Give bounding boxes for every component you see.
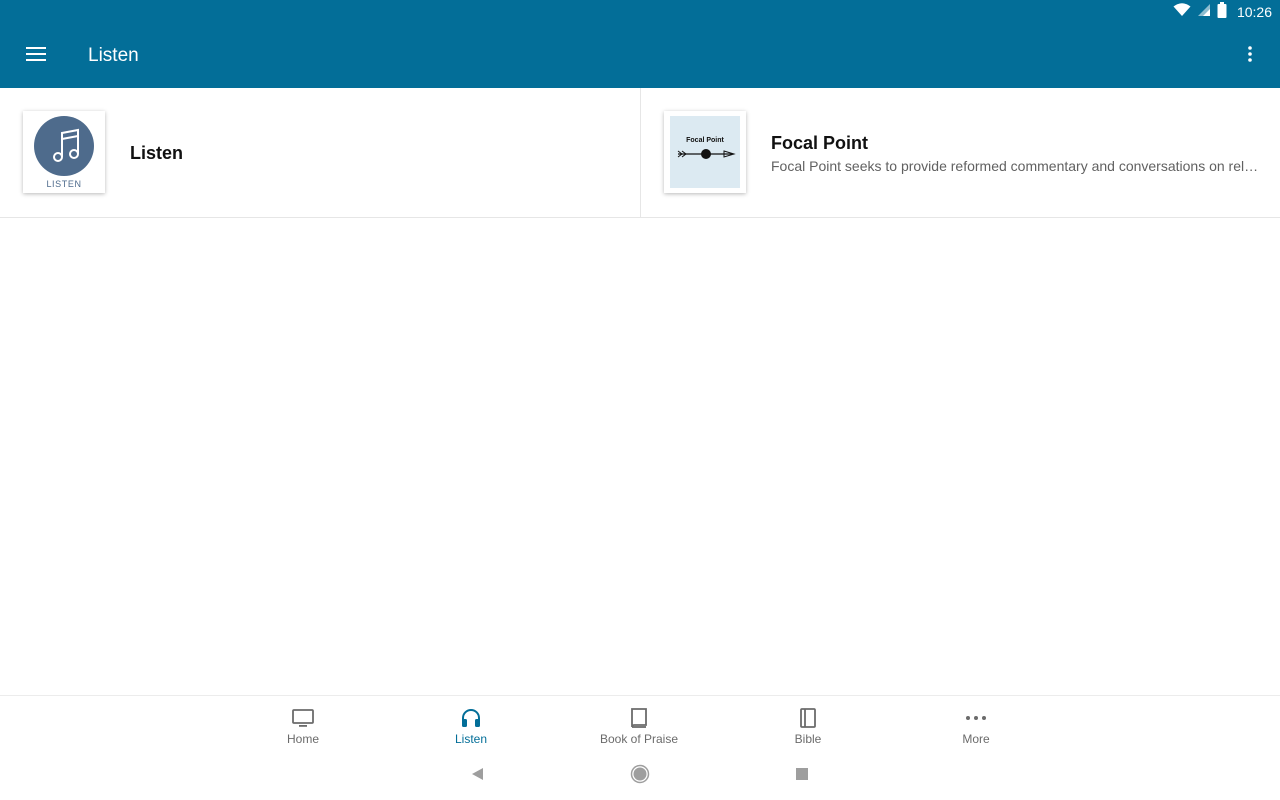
recents-button[interactable] bbox=[790, 764, 814, 788]
bible-icon bbox=[796, 706, 820, 730]
channel-thumbnail: LISTEN bbox=[23, 111, 105, 193]
nav-label: Home bbox=[286, 732, 319, 746]
nav-item-home[interactable]: Home bbox=[243, 696, 363, 753]
nav-label: Bible bbox=[794, 732, 822, 746]
channel-title: Focal Point bbox=[771, 133, 869, 153]
page-title: Listen bbox=[88, 45, 139, 66]
more-horizontal-icon bbox=[964, 706, 988, 730]
channel-card-listen[interactable]: LISTEN Listen bbox=[0, 88, 640, 217]
status-bar: 10:26 bbox=[0, 0, 1280, 24]
thumbnail-caption: LISTEN bbox=[46, 179, 82, 189]
nav-item-bible[interactable]: Bible bbox=[748, 696, 868, 753]
battery-icon bbox=[1217, 1, 1227, 23]
nav-item-book-of-praise[interactable]: Book of Praise bbox=[579, 696, 699, 753]
nav-label: More bbox=[962, 732, 990, 746]
app-bar: Listen bbox=[0, 24, 1280, 88]
system-navigation-bar bbox=[0, 752, 1280, 800]
channel-card-focal-point[interactable]: Focal Point Focal Point Focal Point seek… bbox=[640, 88, 1280, 217]
home-button[interactable] bbox=[628, 764, 652, 788]
tv-icon bbox=[291, 706, 315, 730]
wifi-icon bbox=[1173, 2, 1191, 22]
channel-description: Focal Point seeks to provide reformed co… bbox=[771, 158, 1261, 174]
channel-grid: LISTEN Listen Focal Point Focal Point Fo… bbox=[0, 88, 1280, 218]
more-vertical-icon bbox=[1248, 45, 1252, 67]
bottom-navigation: Home Listen Book of Praise Bible More bbox=[0, 695, 1280, 752]
hamburger-menu-icon bbox=[26, 46, 46, 67]
nav-item-more[interactable]: More bbox=[916, 696, 1036, 753]
nav-item-listen[interactable]: Listen bbox=[411, 696, 531, 753]
menu-button[interactable] bbox=[20, 44, 52, 68]
home-circle-icon bbox=[630, 764, 650, 789]
nav-label: Listen bbox=[454, 732, 488, 746]
content-area: LISTEN Listen Focal Point Focal Point Fo… bbox=[0, 88, 1280, 695]
book-icon bbox=[627, 706, 651, 730]
recents-square-icon bbox=[796, 767, 808, 785]
back-button[interactable] bbox=[466, 764, 490, 788]
headphones-icon bbox=[459, 706, 483, 730]
status-icons: 10:26 bbox=[1173, 0, 1272, 24]
cell-signal-icon bbox=[1197, 3, 1211, 22]
nav-label: Book of Praise bbox=[599, 732, 679, 746]
arrow-logo-icon bbox=[677, 149, 736, 159]
status-time: 10:26 bbox=[1236, 4, 1272, 20]
back-triangle-icon bbox=[471, 767, 485, 786]
overflow-menu-button[interactable] bbox=[1240, 44, 1260, 68]
channel-thumbnail: Focal Point bbox=[664, 111, 746, 193]
channel-title: Listen bbox=[130, 143, 184, 163]
